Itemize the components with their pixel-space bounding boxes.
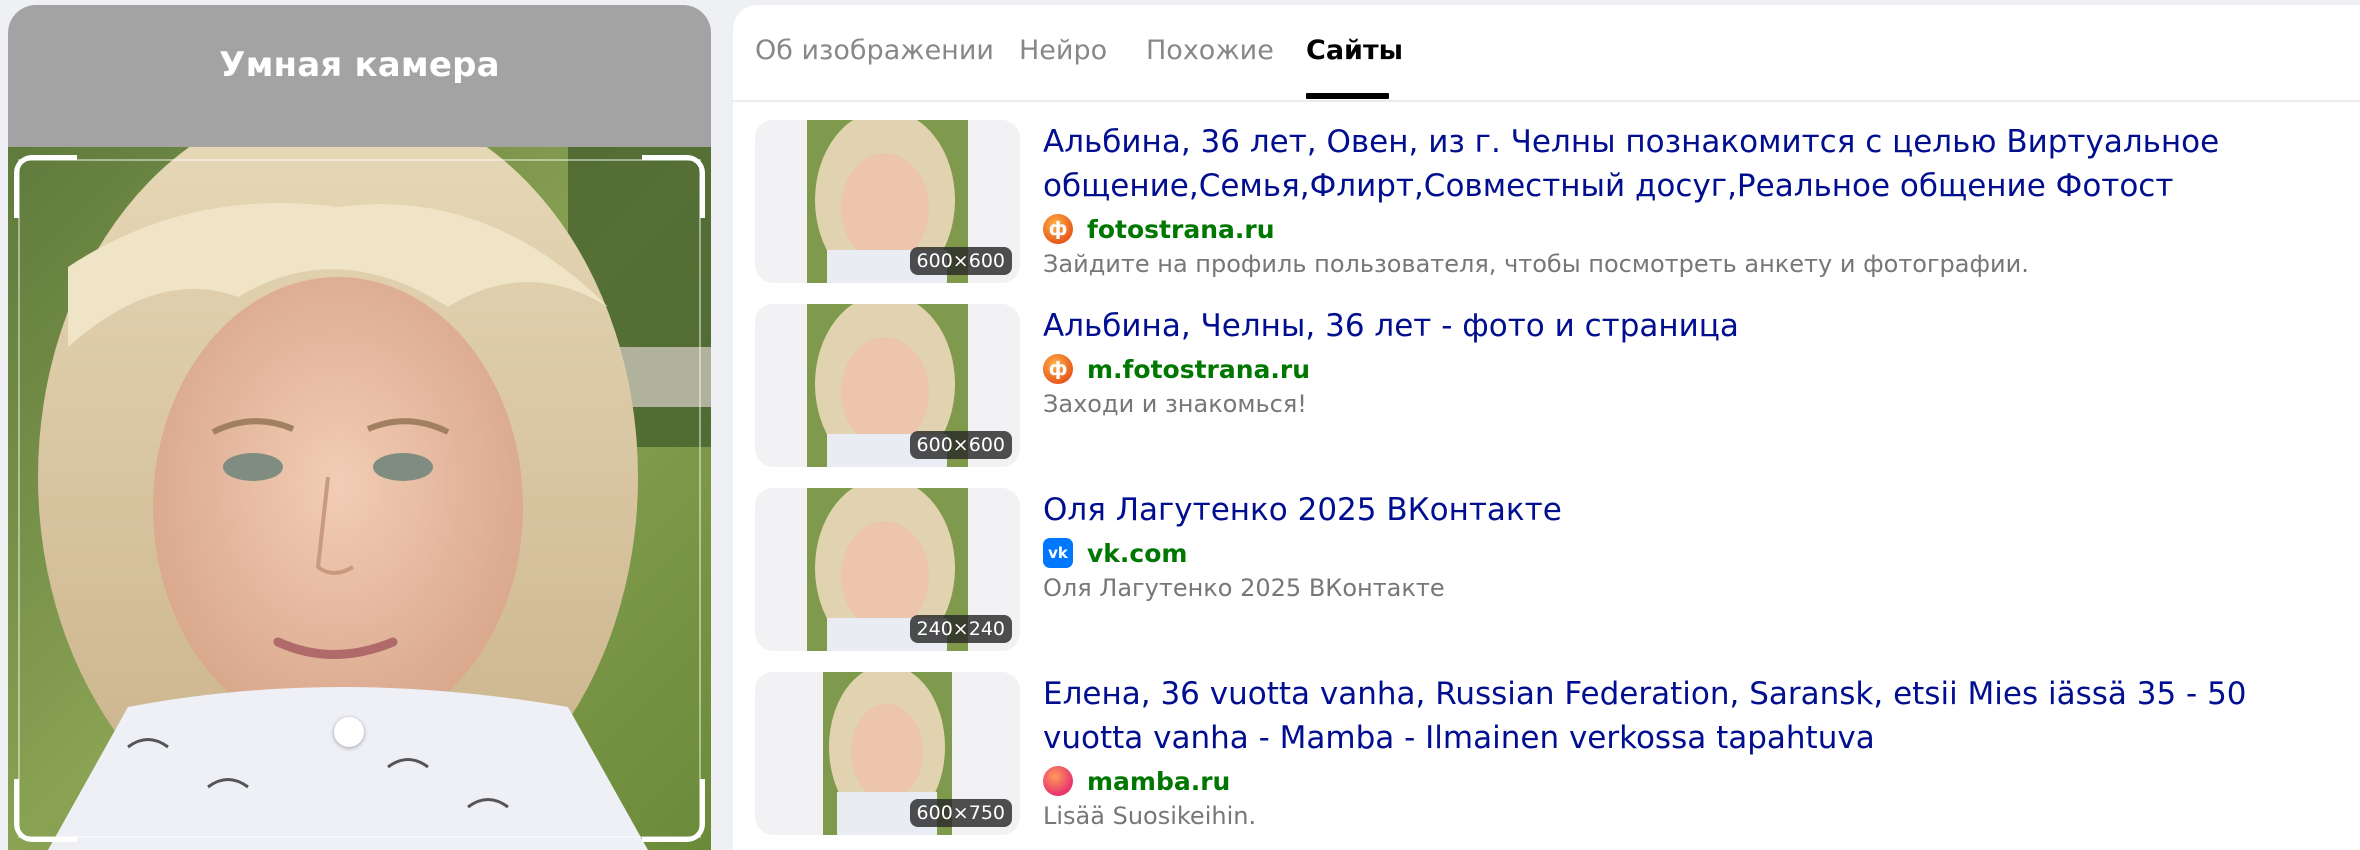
result-card[interactable]: 240×240 Оля Лагутенко 2025 ВКонтакте vk …: [755, 488, 2345, 651]
crop-corner-bottom-right[interactable]: [642, 779, 705, 842]
camera-title: Умная камера: [219, 45, 500, 85]
result-description: Зайдите на профиль пользователя, чтобы п…: [1043, 250, 2029, 278]
tab-neuro[interactable]: Нейро: [1019, 35, 1107, 66]
result-domain: vk.com: [1087, 538, 1188, 568]
crop-center-handle[interactable]: [334, 717, 364, 747]
image-size-badge: 600×600: [909, 431, 1012, 459]
crop-corner-top-left[interactable]: [14, 155, 77, 218]
tab-bar: Об изображении Нейро Похожие Сайты: [733, 5, 2360, 102]
result-title-link[interactable]: Альбина, Челны, 36 лет - фото и страница: [1043, 304, 2353, 348]
result-card[interactable]: 600×600 Альбина, 36 лет, Овен, из г. Чел…: [755, 120, 2345, 283]
result-thumbnail[interactable]: 600×600: [755, 304, 1020, 467]
tab-about-image[interactable]: Об изображении: [755, 35, 994, 66]
image-size-badge: 240×240: [909, 615, 1012, 643]
result-description: Оля Лагутенко 2025 ВКонтакте: [1043, 574, 1445, 602]
crop-corner-bottom-left[interactable]: [14, 779, 77, 842]
results-panel: Об изображении Нейро Похожие Сайты 600×6…: [733, 5, 2360, 850]
query-photo[interactable]: [8, 147, 711, 850]
result-domain: mamba.ru: [1087, 766, 1231, 796]
result-domain: fotostrana.ru: [1087, 214, 1275, 244]
vk-icon: vk: [1043, 538, 1073, 568]
image-size-badge: 600×600: [909, 247, 1012, 275]
result-thumbnail[interactable]: 600×750: [755, 672, 1020, 835]
result-title-link[interactable]: Елена, 36 vuotta vanha, Russian Federati…: [1043, 672, 2353, 760]
result-title-link[interactable]: Альбина, 36 лет, Овен, из г. Челны позна…: [1043, 120, 2353, 208]
fotostrana-icon: ф: [1043, 354, 1073, 384]
result-thumbnail[interactable]: 240×240: [755, 488, 1020, 651]
result-card[interactable]: 600×750 Елена, 36 vuotta vanha, Russian …: [755, 672, 2345, 835]
image-size-badge: 600×750: [909, 799, 1012, 827]
result-domain-link[interactable]: ф m.fotostrana.ru: [1043, 354, 1310, 384]
result-domain: m.fotostrana.ru: [1087, 354, 1311, 384]
result-domain-link[interactable]: mamba.ru: [1043, 766, 1230, 796]
result-thumbnail[interactable]: 600×600: [755, 120, 1020, 283]
result-description: Lisää Suosikeihin.: [1043, 802, 1257, 830]
result-domain-link[interactable]: ф fotostrana.ru: [1043, 214, 1275, 244]
tab-similar[interactable]: Похожие: [1146, 35, 1274, 66]
query-photo-image: [8, 147, 711, 850]
smart-camera-panel: Умная камера: [8, 5, 711, 850]
mamba-icon: [1043, 766, 1073, 796]
active-tab-indicator: [1306, 93, 1389, 99]
result-domain-link[interactable]: vk vk.com: [1043, 538, 1187, 568]
result-description: Заходи и знакомься!: [1043, 390, 1307, 418]
result-title-link[interactable]: Оля Лагутенко 2025 ВКонтакте: [1043, 488, 2353, 532]
fotostrana-icon: ф: [1043, 214, 1073, 244]
tab-sites[interactable]: Сайты: [1306, 35, 1403, 66]
result-card[interactable]: 600×600 Альбина, Челны, 36 лет - фото и …: [755, 304, 2345, 467]
crop-corner-top-right[interactable]: [642, 155, 705, 218]
